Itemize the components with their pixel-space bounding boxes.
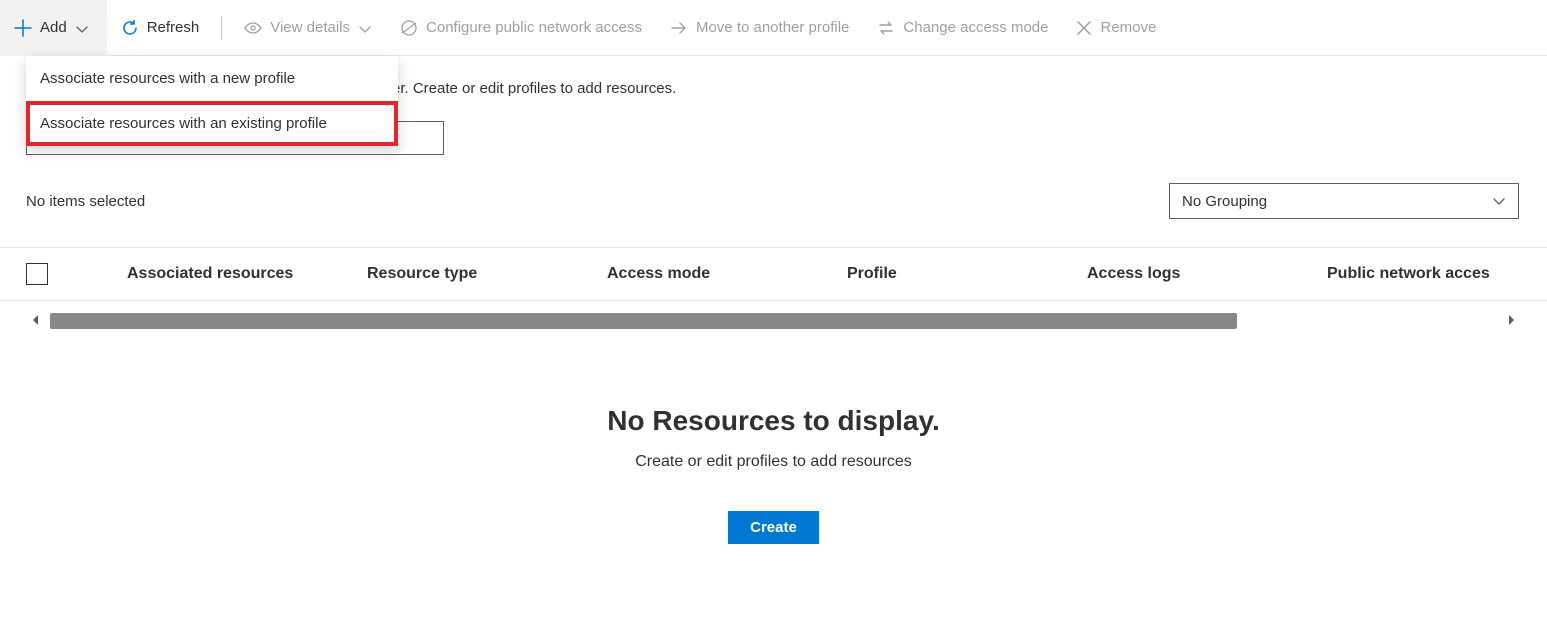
col-public-network-access[interactable]: Public network acces (1327, 265, 1547, 283)
swap-icon (877, 19, 895, 37)
grouping-value: No Grouping (1182, 193, 1267, 210)
dropdown-item-label: Associate resources with a new profile (40, 70, 295, 87)
scroll-thumb[interactable] (50, 313, 1237, 329)
configure-access-label: Configure public network access (426, 19, 642, 36)
arrow-right-icon (670, 19, 688, 37)
create-button[interactable]: Create (728, 511, 819, 544)
separator (221, 16, 222, 40)
grouping-select[interactable]: No Grouping (1169, 183, 1519, 219)
move-profile-button: Move to another profile (656, 0, 863, 56)
add-button[interactable]: Add (0, 0, 107, 56)
resources-table: Associated resources Resource type Acces… (0, 247, 1547, 335)
refresh-icon (121, 19, 139, 37)
add-dropdown: Associate resources with a new profile A… (26, 56, 398, 146)
command-bar: Add Refresh View details Configure publi… (0, 0, 1547, 56)
plus-icon (14, 19, 32, 37)
add-label: Add (40, 19, 67, 36)
move-profile-label: Move to another profile (696, 19, 849, 36)
dropdown-item-label: Associate resources with an existing pro… (40, 115, 327, 132)
chevron-down-icon (1492, 194, 1506, 208)
view-details-button: View details (230, 0, 386, 56)
col-profile[interactable]: Profile (847, 265, 1087, 283)
table-header-row: Associated resources Resource type Acces… (0, 247, 1547, 301)
empty-subtext: Create or edit profiles to add resources (0, 453, 1547, 471)
empty-state: No Resources to display. Create or edit … (0, 405, 1547, 544)
dropdown-item-existing-profile[interactable]: Associate resources with an existing pro… (26, 101, 398, 146)
remove-label: Remove (1100, 19, 1156, 36)
close-icon (1076, 20, 1092, 36)
scroll-left-arrow[interactable] (26, 313, 46, 329)
chevron-down-icon (75, 22, 89, 36)
col-access-logs[interactable]: Access logs (1087, 265, 1327, 283)
change-mode-button: Change access mode (863, 0, 1062, 56)
remove-button: Remove (1062, 0, 1170, 56)
change-mode-label: Change access mode (903, 19, 1048, 36)
configure-access-button: Configure public network access (386, 0, 656, 56)
eye-icon (244, 19, 262, 37)
col-associated-resources[interactable]: Associated resources (127, 265, 367, 283)
status-row: No items selected No Grouping (0, 155, 1547, 219)
view-details-label: View details (270, 19, 350, 36)
empty-heading: No Resources to display. (0, 405, 1547, 437)
select-all-cell (26, 263, 127, 285)
select-all-checkbox[interactable] (26, 263, 48, 285)
dropdown-item-new-profile[interactable]: Associate resources with a new profile (26, 56, 398, 101)
horizontal-scrollbar[interactable] (0, 307, 1547, 335)
refresh-button[interactable]: Refresh (107, 0, 214, 56)
chevron-down-icon (358, 22, 372, 36)
col-resource-type[interactable]: Resource type (367, 265, 607, 283)
refresh-label: Refresh (147, 19, 200, 36)
scroll-track[interactable] (50, 313, 1497, 329)
scroll-right-arrow[interactable] (1501, 313, 1521, 329)
selection-status: No items selected (26, 193, 145, 210)
network-icon (400, 19, 418, 37)
col-access-mode[interactable]: Access mode (607, 265, 847, 283)
